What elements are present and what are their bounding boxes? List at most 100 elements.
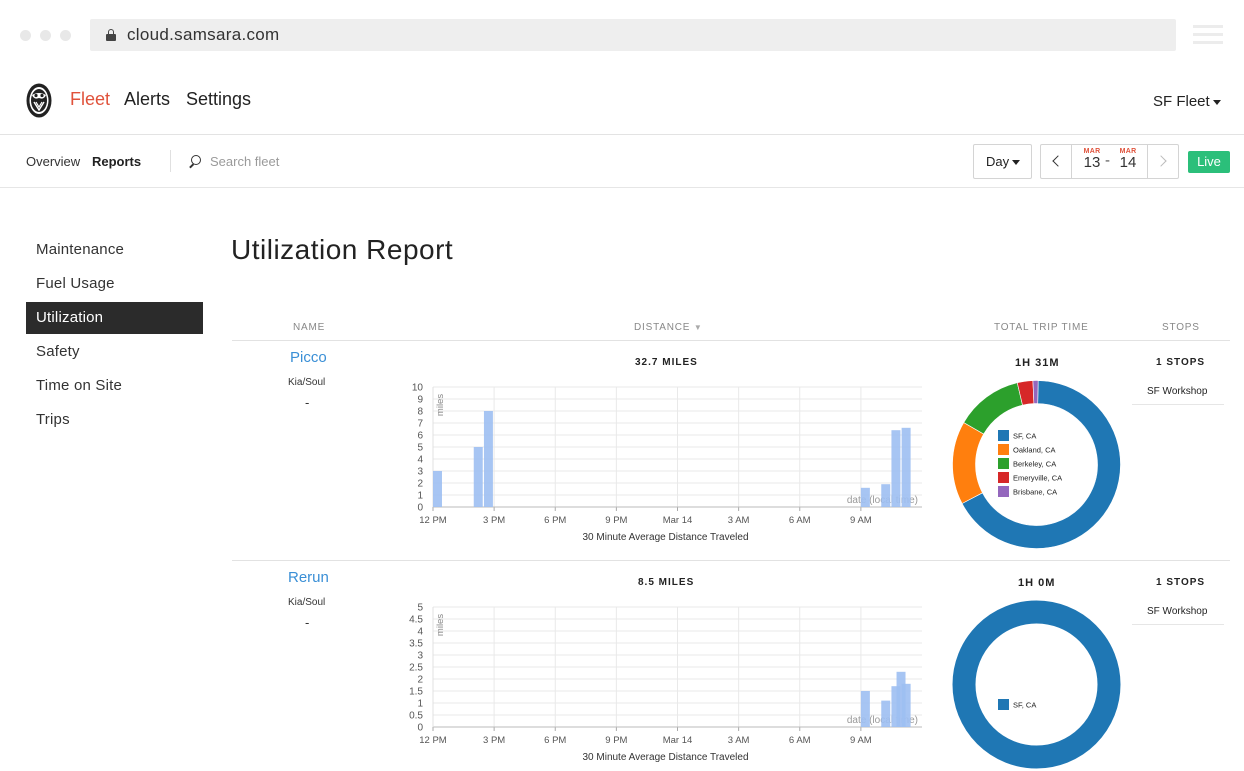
previous-date-button[interactable] — [1041, 145, 1072, 178]
y-tick-label: 10 — [412, 383, 424, 394]
trip-time-value: 1H 0M — [1018, 577, 1056, 589]
column-header-distance[interactable]: DISTANCE ▼ — [634, 322, 703, 333]
next-date-button[interactable] — [1147, 145, 1178, 178]
x-tick-label: 9 AM — [850, 515, 872, 526]
column-header-trip-time[interactable]: TOTAL TRIP TIME — [994, 322, 1089, 333]
stop-name: SF Workshop — [1147, 386, 1208, 397]
x-tick-label: 9 PM — [605, 735, 627, 746]
sidebar-item-time-on-site[interactable]: Time on Site — [26, 370, 203, 402]
app-header: Fleet Alerts Settings SF Fleet — [0, 68, 1244, 135]
x-tick-label: 6 PM — [544, 735, 566, 746]
y-tick-label: 2 — [417, 675, 423, 686]
end-date[interactable]: MAR 14 — [1116, 148, 1140, 171]
vehicle-extra: - — [305, 395, 310, 410]
legend-label: SF, CA — [1013, 432, 1036, 441]
bar — [881, 484, 891, 507]
y-tick-label: 4.5 — [409, 615, 423, 626]
location-donut-chart: SF, CA Oakland, CA Berkeley, CA Emeryville,… — [952, 380, 1121, 549]
row-divider — [232, 560, 1230, 561]
x-tick-label: 3 PM — [483, 735, 505, 746]
column-header-stops[interactable]: STOPS — [1162, 322, 1200, 333]
page-title: Utilization Report — [231, 234, 454, 265]
vehicle-name-link[interactable]: Picco — [290, 349, 327, 366]
start-date[interactable]: MAR 13 — [1080, 148, 1104, 171]
chevron-down-icon — [1012, 160, 1021, 166]
stop-divider — [1132, 404, 1224, 405]
bar — [483, 411, 493, 507]
nav-alerts[interactable]: Alerts — [124, 89, 170, 110]
y-tick-label: 2 — [417, 479, 423, 490]
nav-fleet[interactable]: Fleet — [70, 89, 110, 110]
stop-name: SF Workshop — [1147, 606, 1208, 617]
bar — [433, 471, 442, 507]
bar — [473, 447, 483, 507]
x-tick-label: 3 AM — [728, 735, 750, 746]
fleet-selector-label: SF Fleet — [1153, 93, 1210, 110]
x-tick-label: Mar 14 — [663, 515, 693, 526]
address-bar[interactable]: cloud.samsara.com — [90, 19, 1176, 51]
legend-swatch — [998, 472, 1009, 483]
column-header-name[interactable]: NAME — [293, 322, 325, 333]
y-tick-label: 5 — [417, 603, 423, 614]
bar — [891, 430, 901, 507]
start-day: 13 — [1083, 154, 1101, 171]
x-tick-label: 6 AM — [789, 735, 811, 746]
range-mode-label: Day — [986, 154, 1010, 169]
tab-reports[interactable]: Reports — [92, 154, 141, 169]
vehicle-extra: - — [305, 615, 310, 630]
live-button[interactable]: Live — [1188, 151, 1230, 173]
trip-time-value: 1H 31M — [1015, 357, 1060, 369]
legend-swatch — [998, 699, 1009, 710]
x-tick-label: 6 PM — [544, 515, 566, 526]
x-tick-label: Mar 14 — [663, 735, 693, 746]
legend-swatch — [998, 458, 1009, 469]
y-axis-label: miles — [435, 394, 446, 416]
sidebar-item-safety[interactable]: Safety — [26, 336, 203, 368]
x-axis-label: 30 Minute Average Distance Traveled — [582, 752, 748, 763]
sidebar-item-maintenance[interactable]: Maintenance — [26, 234, 203, 266]
donut-slice — [963, 382, 1023, 435]
y-tick-label: 3 — [417, 651, 423, 662]
donut-slice — [1032, 380, 1039, 404]
y-tick-label: 7 — [417, 419, 423, 430]
vehicle-name-link[interactable]: Rerun — [288, 569, 329, 586]
range-mode-dropdown[interactable]: Day — [973, 144, 1032, 179]
x-tick-label: 3 PM — [483, 515, 505, 526]
y-axis-label: miles — [435, 614, 446, 636]
legend-swatch — [998, 486, 1009, 497]
legend-label: Brisbane, CA — [1013, 488, 1057, 497]
tab-overview[interactable]: Overview — [26, 154, 80, 169]
bar — [901, 683, 911, 727]
y-tick-label: 2.5 — [409, 663, 423, 674]
sub-navigation: Overview Reports Day MAR 13 - MAR 14 Liv… — [0, 135, 1244, 188]
y-tick-label: 4 — [417, 627, 423, 638]
sidebar-item-trips[interactable]: Trips — [26, 404, 203, 436]
url-text: cloud.samsara.com — [127, 25, 280, 44]
date-separator: - — [1105, 152, 1110, 169]
legend-label: Oakland, CA — [1013, 446, 1056, 455]
bar — [901, 427, 911, 507]
y-tick-label: 4 — [417, 455, 423, 466]
y-tick-label: 1 — [417, 699, 423, 710]
nav-settings[interactable]: Settings — [186, 89, 251, 110]
sidebar-item-utilization[interactable]: Utilization — [26, 302, 203, 334]
donut-slice — [952, 422, 985, 504]
chevron-down-icon — [1212, 99, 1221, 105]
fleet-selector[interactable]: SF Fleet — [1153, 93, 1221, 110]
legend-label: SF, CA — [1013, 701, 1036, 710]
window-controls[interactable] — [20, 30, 71, 41]
y-tick-label: 0 — [417, 723, 423, 734]
sort-down-icon: ▼ — [693, 323, 703, 332]
lock-icon — [106, 29, 116, 41]
legend-label: Berkeley, CA — [1013, 460, 1056, 469]
legend-label: Emeryville, CA — [1013, 474, 1062, 483]
samsara-logo-icon[interactable] — [26, 83, 52, 118]
menu-icon[interactable] — [1193, 25, 1223, 45]
y-tick-label: 0.5 — [409, 711, 423, 722]
distance-chart: 00.511.522.533.544.55 12 PM 3 PM 6 PM 9 PM Ma… — [409, 603, 922, 763]
sidebar-item-fuel-usage[interactable]: Fuel Usage — [26, 268, 203, 300]
distance-value: 32.7 MILES — [635, 357, 698, 368]
x-tick-label: 3 AM — [728, 515, 750, 526]
search-input[interactable] — [210, 151, 410, 171]
bar — [860, 487, 870, 507]
